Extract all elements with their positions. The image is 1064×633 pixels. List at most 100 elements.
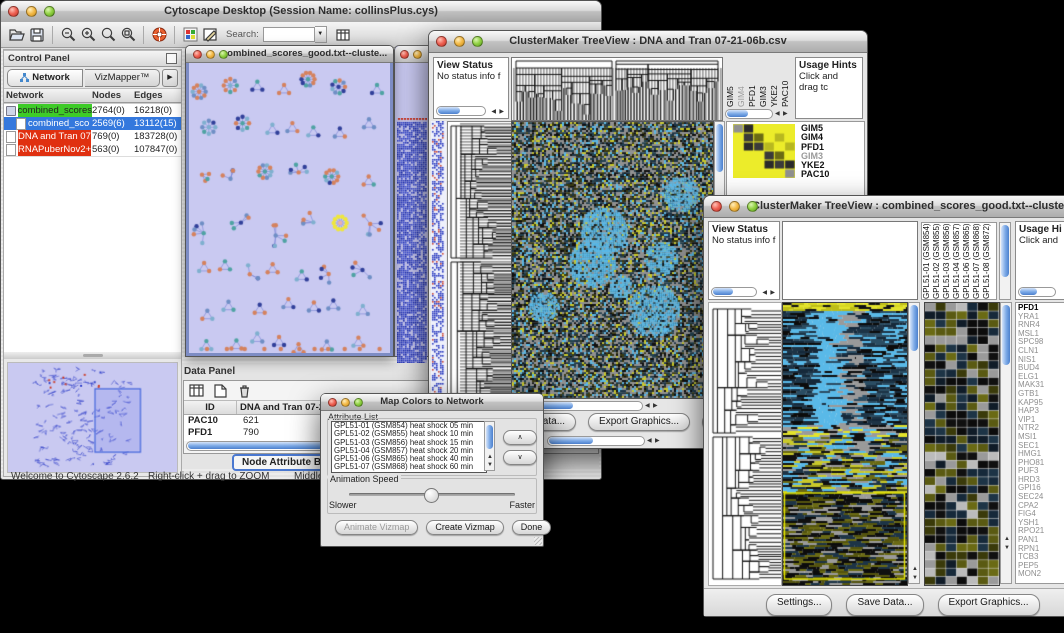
tv2-column-label[interactable]: GPL51-03 (GSM856) (942, 224, 952, 299)
tv2-column-label[interactable]: GPL51-02 (GSM855) (932, 224, 942, 299)
tv2-row-dendrogram[interactable] (708, 302, 782, 586)
zoom-fit-icon[interactable] (118, 25, 138, 45)
zoom-button[interactable] (219, 50, 228, 59)
tv1-gene-label[interactable]: PAC10 (801, 170, 861, 179)
scroll-right-icon[interactable]: ▶ (770, 289, 775, 297)
scroll-right-icon[interactable]: ▶ (653, 402, 658, 410)
zoom-in-icon[interactable] (78, 25, 98, 45)
tv2-status-hscrollbar[interactable] (711, 287, 757, 297)
tv2-zoom-heatmap[interactable] (924, 302, 1000, 586)
scroll-left-icon[interactable]: ◀ (647, 437, 652, 445)
tv2-action-button[interactable]: Settings... (766, 594, 832, 616)
tv1-zoom-hscrollbar[interactable] (547, 436, 645, 446)
tv2-column-label[interactable]: GPL51-07 (GSM868) (972, 224, 982, 299)
tv1-column-label[interactable]: GIM3 (758, 59, 768, 107)
speed-slider-thumb[interactable] (424, 488, 439, 503)
move-up-button[interactable]: ∧ (503, 430, 537, 445)
tv2-column-label[interactable]: GPL51-04 (GSM857) (952, 224, 962, 299)
scroll-up-icon[interactable]: ▲ (1004, 535, 1010, 543)
panel-divider[interactable] (4, 352, 181, 359)
tv1-matrix-hscrollbar[interactable] (725, 109, 773, 119)
annotation-icon[interactable] (200, 25, 220, 45)
scroll-down-icon[interactable]: ▼ (912, 574, 918, 582)
treeview1-titlebar[interactable]: ClusterMaker TreeView : DNA and Tran 07-… (429, 31, 867, 53)
move-down-button[interactable]: ∨ (503, 450, 537, 465)
tv1-action-button[interactable]: Export Graphics... (588, 413, 690, 431)
tab-network[interactable]: Network (7, 69, 83, 87)
birds-eye-overview[interactable] (7, 362, 178, 473)
tv1-column-label[interactable]: YKE2 (769, 59, 779, 107)
network-graph-canvas[interactable] (186, 63, 393, 356)
close-button[interactable] (193, 50, 202, 59)
zoom-out-icon[interactable] (58, 25, 78, 45)
tv1-column-label[interactable]: GIM5 (725, 59, 735, 107)
attribute-browser-icon[interactable] (333, 25, 353, 45)
dialog-button[interactable]: Done (512, 520, 552, 535)
tv2-column-label[interactable]: GPL51-08 (GSM872) (982, 224, 992, 299)
zoom-selected-icon[interactable] (98, 25, 118, 45)
attribute-list-vscrollbar[interactable]: ▲ ▼ (484, 421, 495, 471)
scroll-right-icon[interactable]: ▶ (783, 110, 788, 118)
save-icon[interactable] (27, 25, 47, 45)
close-button[interactable] (328, 398, 337, 407)
network-table-header[interactable]: Network Nodes Edges (4, 88, 181, 103)
attribute-select-icon[interactable] (188, 383, 204, 398)
network-row-dna-tran[interactable]: DNA and Tran 07 769(0) 183728(0) (4, 130, 181, 143)
minimize-button[interactable] (26, 6, 37, 17)
scroll-right-icon[interactable]: ▶ (655, 437, 660, 445)
tv2-action-button[interactable]: Export Graphics... (938, 594, 1040, 616)
scroll-left-icon[interactable]: ◀ (775, 110, 780, 118)
tv1-column-label[interactable]: PFD1 (747, 59, 757, 107)
float-panel-icon[interactable] (166, 53, 177, 64)
tv2-column-label[interactable]: GPL51-06 (GSM865) (962, 224, 972, 299)
scroll-left-icon[interactable]: ◀ (762, 289, 767, 297)
tv1-row-dendrogram[interactable] (447, 121, 512, 399)
scroll-down-icon[interactable]: ▼ (487, 461, 493, 469)
dialog-button[interactable]: Create Vizmap (426, 520, 503, 535)
vizmapper-icon[interactable] (180, 25, 200, 45)
tv1-heatmap[interactable] (511, 121, 714, 399)
resize-grip[interactable] (534, 537, 542, 545)
minimize-button[interactable] (206, 50, 215, 59)
tv2-action-button[interactable]: Save Data... (846, 594, 923, 616)
new-attribute-icon[interactable] (212, 383, 228, 398)
dense-network-canvas[interactable] (397, 118, 427, 363)
tv1-column-dendrogram[interactable] (511, 57, 723, 121)
scroll-left-icon[interactable]: ◀ (645, 402, 650, 410)
zoom-button[interactable] (44, 6, 55, 17)
minimize-button[interactable] (729, 201, 740, 212)
minimize-button[interactable] (454, 36, 465, 47)
open-file-icon[interactable] (7, 25, 27, 45)
tv2-column-label[interactable]: GPL51-01 (GSM854) (922, 224, 932, 299)
tv2-heatmap-vscrollbar[interactable]: ▲ ▼ (908, 302, 920, 584)
tab-vizmapper[interactable]: VizMapper™ (85, 69, 160, 87)
tv2-gene-label[interactable]: MON2 (1018, 570, 1064, 579)
main-titlebar[interactable]: Cytoscape Desktop (Session Name: collins… (1, 1, 601, 23)
delete-attribute-icon[interactable] (236, 383, 252, 398)
attribute-listbox[interactable]: GPL51-01 (GSM854) heat shock 05 minGPL51… (331, 421, 487, 473)
scroll-down-icon[interactable]: ▼ (1004, 544, 1010, 552)
tv1-status-hscrollbar[interactable] (436, 106, 486, 116)
minimize-button[interactable] (341, 398, 350, 407)
help-lifering-icon[interactable] (149, 25, 169, 45)
tv2-genelist-vscrollbar[interactable]: ▲ ▼ (1000, 302, 1012, 584)
tv1-zoom-matrix[interactable] (733, 124, 795, 178)
network-row-rnapuber[interactable]: RNAPuberNov2+ 563(0) 107847(0) (4, 143, 181, 156)
network-row-combined-sco-selected[interactable]: combined_sco 2569(6) 13112(15) (4, 117, 181, 130)
scroll-right-icon[interactable]: ▶ (499, 108, 504, 116)
close-button[interactable] (400, 50, 409, 59)
id-column-header[interactable]: ID (184, 401, 237, 414)
tv2-column-dendrogram-area[interactable] (782, 221, 918, 300)
tv2-collabel-vscrollbar[interactable] (999, 222, 1011, 300)
close-button[interactable] (711, 201, 722, 212)
search-dropdown-button[interactable]: ▼ (315, 26, 327, 43)
tv2-usage-hscrollbar[interactable] (1018, 287, 1056, 297)
zoom-button[interactable] (747, 201, 758, 212)
scroll-up-icon[interactable]: ▲ (487, 453, 493, 461)
search-input[interactable] (263, 27, 315, 42)
minimize-button[interactable] (413, 50, 422, 59)
dialog-button[interactable]: Animate Vizmap (335, 520, 418, 535)
scroll-left-icon[interactable]: ◀ (491, 108, 496, 116)
zoom-button[interactable] (354, 398, 363, 407)
attribute-list-item[interactable]: GPL51-07 (GSM868) heat shock 60 min (334, 463, 486, 471)
